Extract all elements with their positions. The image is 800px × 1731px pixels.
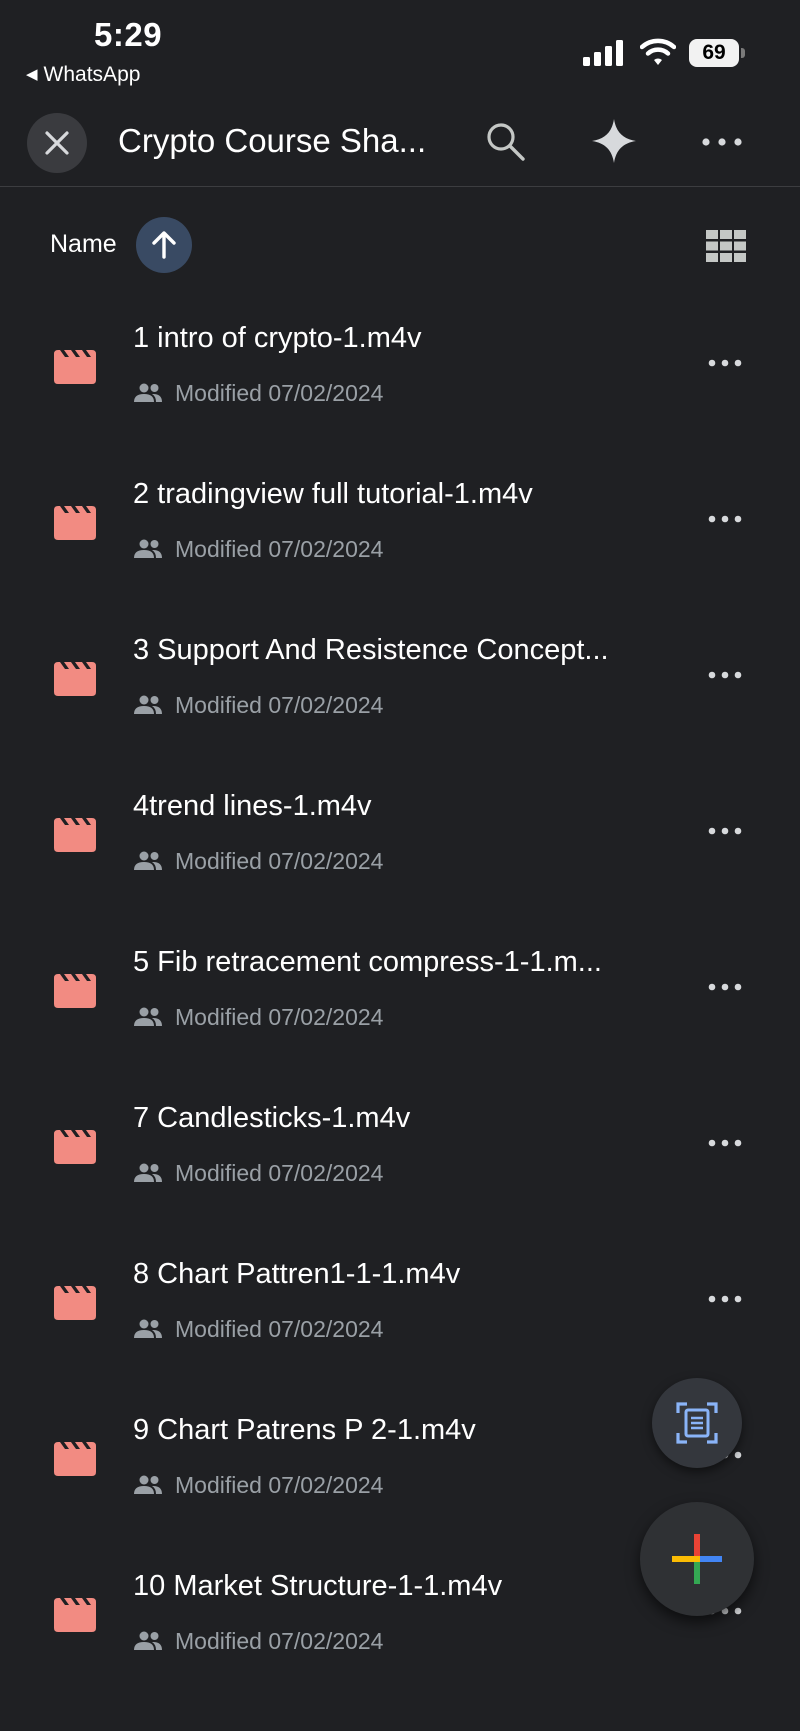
file-name: 8 Chart Pattren1-1-1.m4v [133, 1258, 461, 1290]
file-modified-text: Modified 07/02/2024 [175, 1472, 384, 1498]
file-more-options-icon[interactable] [706, 662, 746, 688]
arrow-up-icon [152, 231, 176, 259]
shared-people-icon [134, 1319, 162, 1338]
file-name: 4trend lines-1.m4v [133, 790, 372, 822]
shared-people-icon [134, 1631, 162, 1650]
video-file-icon [54, 1286, 96, 1320]
file-modified-text: Modified 07/02/2024 [175, 1628, 384, 1654]
video-file-icon [54, 1598, 96, 1632]
status-bar: 5:29 ◀ WhatsApp 69 [0, 0, 800, 100]
file-name: 9 Chart Patrens P 2-1.m4v [133, 1414, 476, 1446]
file-modified-text: Modified 07/02/2024 [175, 1316, 384, 1342]
file-modified: Modified 07/02/2024 [133, 536, 383, 563]
app-bar: Crypto Course Sha... [0, 100, 800, 187]
wifi-icon [640, 38, 676, 65]
file-modified-text: Modified 07/02/2024 [175, 848, 384, 874]
battery-tip [741, 48, 745, 58]
sort-by-label[interactable]: Name [50, 230, 117, 259]
close-icon [45, 131, 69, 155]
file-modified: Modified 07/02/2024 [133, 1628, 383, 1655]
file-more-options-icon[interactable] [706, 818, 746, 844]
shared-people-icon [134, 1163, 162, 1182]
file-more-options-icon[interactable] [706, 1130, 746, 1156]
shared-people-icon [134, 1007, 162, 1026]
file-more-options-icon[interactable] [706, 506, 746, 532]
battery-level: 69 [689, 39, 739, 67]
video-file-icon [54, 818, 96, 852]
video-file-icon [54, 1442, 96, 1476]
video-file-icon [54, 1130, 96, 1164]
file-row[interactable]: 5 Fib retracement compress-1-1.m... Modif… [0, 924, 800, 1080]
file-modified-text: Modified 07/02/2024 [175, 1004, 384, 1030]
file-row[interactable]: 2 tradingview full tutorial-1.m4v Modifie… [0, 456, 800, 612]
video-file-icon [54, 662, 96, 696]
shared-people-icon [134, 695, 162, 714]
file-row[interactable]: 7 Candlesticks-1.m4v Modified 07/02/2024 [0, 1080, 800, 1236]
file-modified: Modified 07/02/2024 [133, 1160, 383, 1187]
video-file-icon [54, 350, 96, 384]
cellular-signal-icon [583, 40, 623, 66]
file-modified: Modified 07/02/2024 [133, 1472, 383, 1499]
file-modified: Modified 07/02/2024 [133, 692, 383, 719]
video-file-icon [54, 506, 96, 540]
file-modified-text: Modified 07/02/2024 [175, 380, 384, 406]
back-to-app-link[interactable]: ◀ WhatsApp [26, 63, 140, 87]
file-modified: Modified 07/02/2024 [133, 1004, 383, 1031]
file-row[interactable]: 8 Chart Pattren1-1-1.m4v Modified 07/02/2… [0, 1236, 800, 1392]
file-modified-text: Modified 07/02/2024 [175, 692, 384, 718]
video-file-icon [54, 974, 96, 1008]
file-row[interactable]: 3 Support And Resistence Concept... Modif… [0, 612, 800, 768]
search-icon[interactable] [484, 120, 528, 164]
scan-document-button[interactable] [652, 1378, 742, 1468]
file-name: 2 tradingview full tutorial-1.m4v [133, 478, 533, 510]
file-name: 10 Market Structure-1-1.m4v [133, 1570, 503, 1602]
status-time: 5:29 [94, 16, 163, 53]
file-name: 5 Fib retracement compress-1-1.m... [133, 946, 602, 978]
battery-icon: 69 [689, 39, 745, 67]
sort-row: Name [0, 186, 800, 296]
file-row[interactable]: 4trend lines-1.m4v Modified 07/02/2024 [0, 768, 800, 924]
file-name: 7 Candlesticks-1.m4v [133, 1102, 411, 1134]
new-item-button[interactable] [640, 1502, 754, 1616]
sort-direction-button[interactable] [136, 217, 192, 273]
shared-people-icon [134, 539, 162, 558]
file-modified: Modified 07/02/2024 [133, 380, 383, 407]
file-modified-text: Modified 07/02/2024 [175, 536, 384, 562]
close-button[interactable] [27, 113, 87, 173]
shared-people-icon [134, 1475, 162, 1494]
file-more-options-icon[interactable] [706, 974, 746, 1000]
more-options-icon[interactable] [698, 120, 746, 164]
file-more-options-icon[interactable] [706, 1286, 746, 1312]
folder-title: Crypto Course Sha... [118, 122, 427, 159]
file-name: 3 Support And Resistence Concept... [133, 634, 609, 666]
file-row[interactable]: 1 intro of crypto-1.m4v Modified 07/02/20… [0, 300, 800, 456]
document-scan-icon [676, 1402, 718, 1444]
back-app-label: WhatsApp [43, 63, 141, 86]
gemini-sparkle-icon[interactable] [590, 117, 638, 165]
grid-view-icon[interactable] [706, 230, 746, 262]
shared-people-icon [134, 851, 162, 870]
file-more-options-icon[interactable] [706, 350, 746, 376]
file-modified: Modified 07/02/2024 [133, 1316, 383, 1343]
back-triangle-icon: ◀ [26, 66, 38, 83]
file-modified-text: Modified 07/02/2024 [175, 1160, 384, 1186]
file-modified: Modified 07/02/2024 [133, 848, 383, 875]
shared-people-icon [134, 383, 162, 402]
file-list: 1 intro of crypto-1.m4v Modified 07/02/20… [0, 300, 800, 1704]
plus-icon [672, 1534, 722, 1584]
file-name: 1 intro of crypto-1.m4v [133, 322, 422, 354]
